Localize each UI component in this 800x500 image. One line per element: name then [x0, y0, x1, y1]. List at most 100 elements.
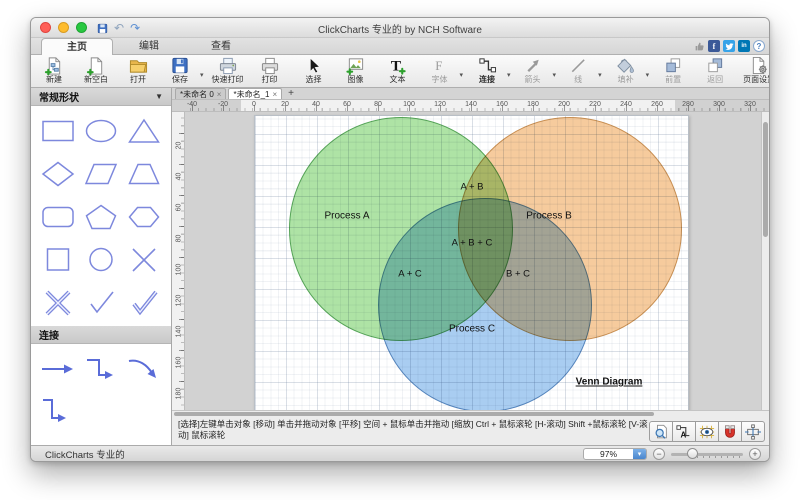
document-tab-0[interactable]: *未命名 0 × — [175, 88, 226, 99]
shape-pentagon[interactable] — [80, 202, 123, 232]
shape-diamond[interactable] — [37, 159, 80, 189]
zoom-out-button[interactable]: − — [653, 448, 665, 460]
close-tab-icon[interactable]: × — [272, 89, 277, 99]
zoom-in-button[interactable]: + — [749, 448, 761, 460]
bring-front-button[interactable]: 前置 — [652, 55, 694, 87]
zoom-dropdown-arrow[interactable]: ▾ — [633, 449, 646, 459]
shape-parallelogram[interactable] — [80, 159, 123, 189]
svg-text:A: A — [680, 430, 686, 439]
ruler-tick-label: 160 — [487, 100, 518, 109]
venn-label-process-a[interactable]: Process A — [324, 211, 369, 222]
venn-label-process-b[interactable]: Process B — [526, 211, 572, 222]
window-title: ClickCharts 专业的 by NCH Software — [31, 21, 769, 36]
open-folder-icon — [128, 56, 149, 75]
ruler-tick-label: 220 — [580, 100, 611, 109]
text-button[interactable]: T 文本 — [377, 55, 419, 87]
shape-trapezoid[interactable] — [122, 159, 165, 189]
ruler-tick-label: 40 — [172, 161, 185, 192]
zoom-to-page-button[interactable] — [649, 421, 673, 442]
tab-edit[interactable]: 编辑 — [113, 38, 185, 55]
connect-button[interactable]: 连接 — [466, 55, 508, 87]
venn-label-process-c[interactable]: Process C — [449, 324, 495, 335]
save-button[interactable]: 保存 — [159, 55, 201, 87]
shapes-panel-header[interactable]: 常规形状 ▼ — [31, 88, 171, 106]
arrow-button[interactable]: 箭头 — [512, 55, 554, 87]
zoom-level-combo[interactable]: 97% ▾ — [583, 448, 647, 460]
venn-label-ac[interactable]: A + C — [398, 269, 422, 280]
connectors-panel-title: 连接 — [39, 327, 59, 342]
new-blank-button[interactable]: 新空白 — [75, 55, 117, 87]
shape-cross-x-bold[interactable] — [37, 288, 80, 318]
shape-hexagon[interactable] — [122, 202, 165, 232]
page-setup-button[interactable]: 页面设置 — [738, 55, 770, 87]
shape-rounded-rectangle[interactable] — [37, 202, 80, 232]
ruler-tick-label: 20 — [172, 130, 185, 161]
facebook-icon[interactable]: f — [708, 40, 720, 52]
collapse-panel-icon[interactable]: ▼ — [155, 92, 163, 101]
like-icon[interactable] — [693, 40, 705, 52]
connector-curved-arrow[interactable] — [122, 354, 165, 384]
svg-text:F: F — [435, 59, 442, 73]
shape-cross-x[interactable] — [122, 245, 165, 275]
connectors-panel-header[interactable]: 连接 — [31, 326, 171, 344]
new-button[interactable]: 新建 — [33, 55, 75, 87]
show-grid-button[interactable] — [695, 421, 719, 442]
bottom-status-bar: ClickCharts 专业的 97% ▾ − + — [31, 445, 769, 462]
snap-to-grid-button[interactable] — [718, 421, 742, 442]
zoom-level-value: 97% — [584, 449, 633, 459]
connector-elbow-arrow[interactable] — [80, 354, 123, 384]
send-back-button[interactable]: 返回 — [694, 55, 736, 87]
line-button[interactable]: 线 — [557, 55, 599, 87]
vertical-scrollbar-thumb[interactable] — [763, 122, 768, 237]
ruler-tick-label: 180 — [518, 100, 549, 109]
document-tab-1[interactable]: *未命名_1 × — [228, 88, 282, 99]
new-tab-button[interactable]: + — [284, 88, 298, 99]
connector-elbow-arrow-2[interactable] — [37, 396, 80, 426]
shapes-sidebar: 常规形状 ▼ 连接 — [31, 88, 172, 445]
ruler-tick-label: 120 — [172, 285, 185, 316]
ruler-tick-label: 200 — [549, 100, 580, 109]
zoom-slider-thumb[interactable] — [687, 448, 698, 459]
venn-caption[interactable]: Venn Diagram — [576, 377, 643, 388]
tab-home[interactable]: 主页 — [41, 38, 113, 55]
shape-rectangle[interactable] — [37, 116, 80, 146]
venn-label-ab[interactable]: A + B — [461, 182, 484, 193]
ruler-tick-label: 320 — [735, 100, 766, 109]
snap-to-objects-button[interactable] — [741, 421, 765, 442]
horizontal-scrollbar[interactable] — [172, 410, 769, 417]
grid-eye-icon — [698, 424, 716, 440]
venn-circle-c[interactable] — [378, 198, 592, 410]
fill-button[interactable]: 填补 — [605, 55, 647, 87]
shape-check[interactable] — [80, 288, 123, 318]
venn-label-bc[interactable]: B + C — [506, 269, 530, 280]
help-icon[interactable]: ? — [753, 40, 765, 52]
twitter-icon[interactable] — [723, 40, 735, 52]
open-button[interactable]: 打开 — [117, 55, 159, 87]
zoom-slider[interactable] — [671, 448, 743, 460]
image-button[interactable]: 图像 — [335, 55, 377, 87]
linkedin-icon[interactable]: in — [738, 40, 750, 52]
line-icon — [568, 56, 588, 75]
venn-label-abc[interactable]: A + B + C — [452, 238, 493, 249]
tab-view[interactable]: 查看 — [185, 38, 257, 55]
document-tab-bar: *未命名 0 × *未命名_1 × + — [172, 88, 769, 100]
close-tab-icon[interactable]: × — [217, 89, 222, 99]
shape-ellipse[interactable] — [80, 116, 123, 146]
shape-circle[interactable] — [80, 245, 123, 275]
quick-print-button[interactable]: 快速打印 — [207, 55, 249, 87]
ruler-tick-label: 120 — [425, 100, 456, 109]
font-button[interactable]: F 字体 — [419, 55, 461, 87]
vertical-scrollbar[interactable] — [761, 112, 769, 410]
shape-check-bold[interactable] — [122, 288, 165, 318]
shape-square[interactable] — [37, 245, 80, 275]
connector-straight-arrow[interactable] — [37, 354, 80, 384]
select-button[interactable]: 选择 — [293, 55, 335, 87]
shape-triangle[interactable] — [122, 116, 165, 146]
print-button[interactable]: 打印 — [249, 55, 291, 87]
label-connector-icon: A — [675, 424, 693, 440]
canvas-viewport[interactable]: Process A Process B Process C A + B A + … — [185, 112, 761, 410]
horizontal-scrollbar-thumb[interactable] — [174, 412, 654, 416]
auto-connect-button[interactable]: A — [672, 421, 696, 442]
button-label: 打印 — [262, 75, 278, 85]
ruler-tick-label: 300 — [704, 100, 735, 109]
